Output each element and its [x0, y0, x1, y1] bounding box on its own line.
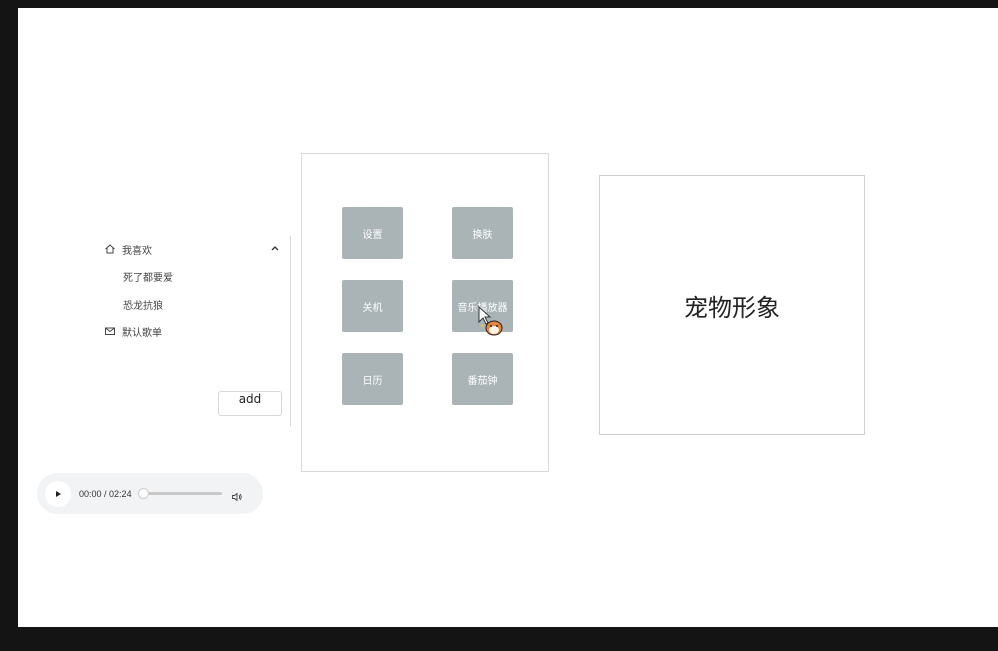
duration: / 02:24 — [104, 488, 132, 499]
app-launcher-panel: 设置 换肤 关机 音乐播放器 日历 番茄钟 — [301, 153, 549, 472]
settings-button[interactable]: 设置 — [342, 207, 403, 259]
current-time: 00:00 — [79, 488, 102, 499]
mail-icon — [104, 325, 116, 337]
app-window: 我喜欢 死了都要爱 恐龙抗狼 默认歌单 add 00:00 / 02:24 设置… — [18, 8, 998, 627]
time-display: 00:00 / 02:24 — [79, 489, 132, 499]
change-skin-button[interactable]: 换肤 — [452, 207, 513, 259]
taskbar-text — [470, 640, 481, 651]
chevron-up-icon[interactable] — [270, 243, 280, 253]
menu-item-label: 我喜欢 — [122, 245, 152, 257]
menu-item-label: 死了都要爱 — [123, 272, 173, 284]
shutdown-button[interactable]: 关机 — [342, 280, 403, 332]
progress-slider[interactable] — [137, 488, 222, 499]
menu-item-favorites[interactable]: 我喜欢 — [104, 238, 290, 260]
calendar-button[interactable]: 日历 — [342, 353, 403, 405]
audio-player: 00:00 / 02:24 — [37, 473, 263, 514]
menu-item-label: 恐龙抗狼 — [123, 300, 163, 312]
home-icon — [104, 243, 116, 255]
progress-thumb[interactable] — [137, 488, 149, 499]
menu-item-song-2[interactable]: 恐龙抗狼 — [104, 293, 309, 315]
pomodoro-button[interactable]: 番茄钟 — [452, 353, 513, 405]
menu-item-label: 默认歌单 — [122, 327, 162, 339]
play-icon — [56, 490, 61, 497]
add-button[interactable]: add — [218, 391, 282, 416]
play-button[interactable] — [45, 480, 71, 507]
sidebar-divider — [290, 236, 291, 426]
volume-icon[interactable] — [231, 488, 243, 501]
pet-cursor-icon — [478, 306, 503, 336]
pet-display: 宠物形象 — [599, 175, 865, 435]
pet-label: 宠物形象 — [684, 293, 780, 322]
menu-item-default-playlist[interactable]: 默认歌单 — [104, 320, 290, 342]
menu-item-song-1[interactable]: 死了都要爱 — [104, 265, 309, 287]
